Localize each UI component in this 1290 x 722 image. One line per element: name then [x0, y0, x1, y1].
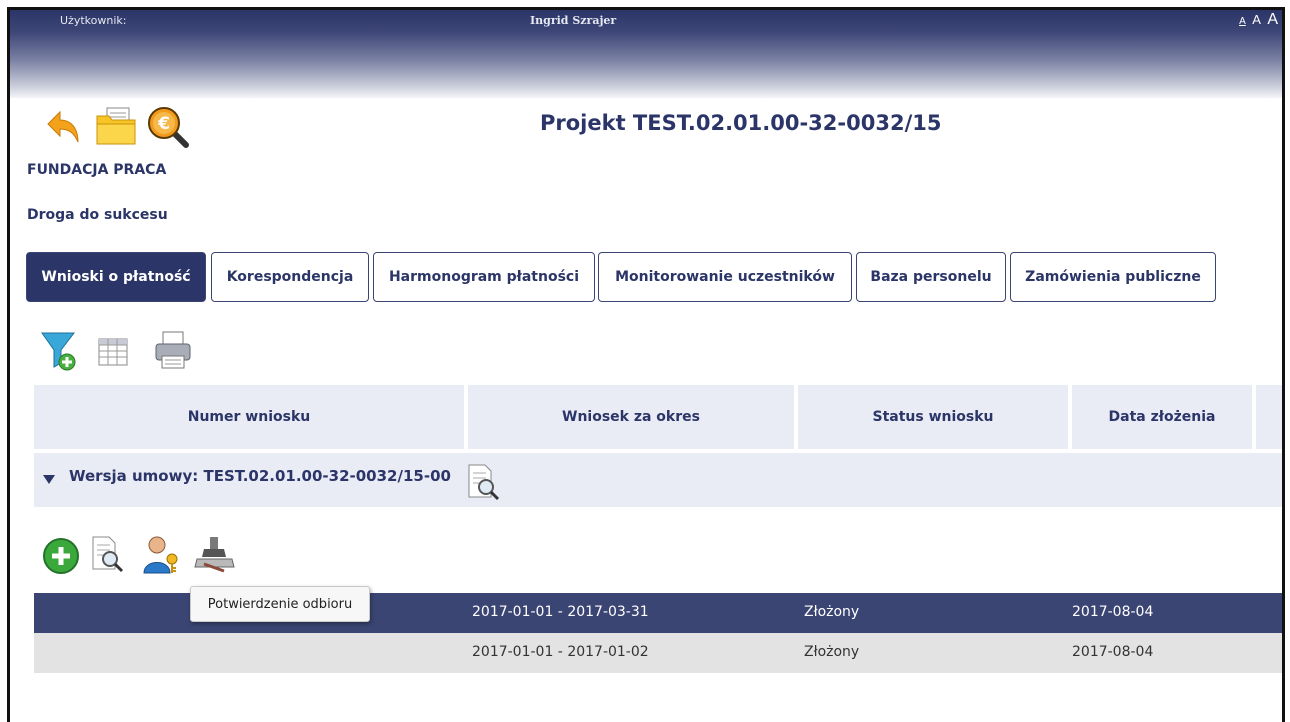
app-window: Użytkownik: Ingrid Szrajer A A A € Proje… — [7, 7, 1285, 722]
project-name: Droga do sukcesu — [27, 207, 168, 223]
tab-baza-personelu[interactable]: Baza personelu — [856, 252, 1006, 302]
tab-wnioski-o-platnosc[interactable]: Wnioski o płatność — [26, 252, 206, 302]
tab-monitorowanie-uczestnikow[interactable]: Monitorowanie uczestników — [598, 252, 852, 302]
cell-status: Złożony — [804, 644, 860, 660]
tooltip: Potwierdzenie odbioru — [190, 586, 370, 622]
table-row[interactable]: 2017-01-01 - 2017-01-02 Złożony 2017-08-… — [34, 633, 1282, 673]
column-separator — [1252, 385, 1256, 449]
contract-version-label: Wersja umowy: TEST.02.01.00-32-0032/15-0… — [69, 467, 451, 485]
cell-period: 2017-01-01 - 2017-01-02 — [472, 644, 649, 660]
tab-zamowienia-publiczne[interactable]: Zamówienia publiczne — [1010, 252, 1216, 302]
font-size-small-button[interactable]: A — [1239, 16, 1246, 27]
page-title: Projekt TEST.02.01.00-32-0032/15 — [540, 111, 942, 135]
user-label: Użytkownik: — [60, 14, 127, 27]
document-preview-icon[interactable] — [466, 463, 502, 505]
font-size-medium-button[interactable]: A — [1252, 12, 1261, 27]
column-header-wniosek-za-okres[interactable]: Wniosek za okres — [468, 385, 794, 449]
cell-date: 2017-08-04 — [1072, 604, 1154, 620]
svg-text:€: € — [157, 114, 170, 134]
back-arrow-icon[interactable] — [45, 108, 83, 150]
column-header-data-zlozenia[interactable]: Data złożenia — [1072, 385, 1252, 449]
font-size-large-button[interactable]: A — [1267, 11, 1278, 29]
contract-version-row: Wersja umowy: TEST.02.01.00-32-0032/15-0… — [34, 453, 1282, 507]
euro-search-icon[interactable]: € — [147, 106, 189, 152]
cell-status: Złożony — [804, 604, 860, 620]
document-preview-icon[interactable] — [90, 535, 126, 579]
user-name: Ingrid Szrajer — [530, 14, 617, 27]
cell-date: 2017-08-04 — [1072, 644, 1154, 660]
collapse-triangle-icon[interactable] — [42, 473, 56, 485]
printer-icon[interactable] — [154, 330, 192, 374]
column-header-status-wniosku[interactable]: Status wniosku — [798, 385, 1068, 449]
filter-add-icon[interactable] — [40, 330, 80, 376]
column-header-numer-wniosku[interactable]: Numer wniosku — [34, 385, 464, 449]
organization-name: FUNDACJA PRACA — [27, 162, 167, 178]
font-size-controls: A A A — [1237, 11, 1278, 29]
table-header: Numer wniosku Wniosek za okres Status wn… — [34, 385, 1282, 449]
stamp-icon[interactable] — [194, 535, 236, 579]
tab-korespondencja[interactable]: Korespondencja — [211, 252, 369, 302]
user-key-icon[interactable] — [142, 535, 182, 579]
cell-period: 2017-01-01 - 2017-03-31 — [472, 604, 649, 620]
folder-icon[interactable] — [95, 106, 137, 150]
tab-harmonogram-platnosci[interactable]: Harmonogram płatności — [373, 252, 595, 302]
top-bar: Użytkownik: Ingrid Szrajer A A A — [10, 10, 1282, 98]
table-columns-icon[interactable] — [98, 338, 128, 370]
add-icon[interactable] — [42, 537, 80, 579]
